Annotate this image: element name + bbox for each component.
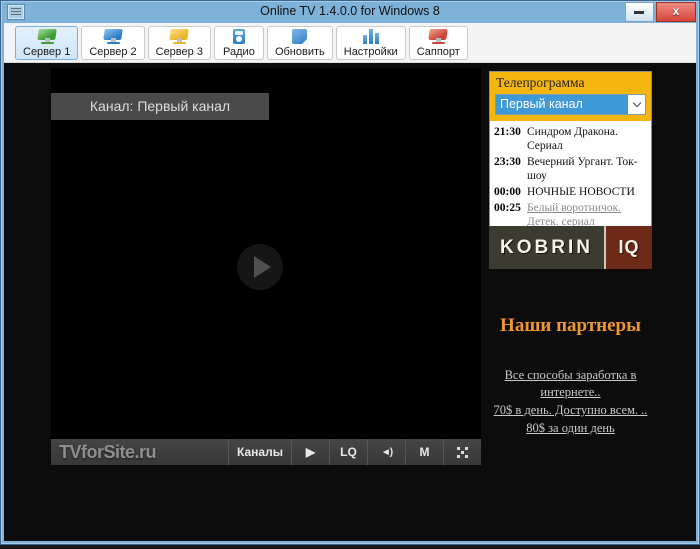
program-time: 21:30	[494, 125, 527, 153]
window-title: Online TV 1.4.0.0 for Windows 8	[1, 4, 699, 18]
partner-link[interactable]: 70$ в день. Доступно всем. ..	[482, 402, 659, 419]
partners-title: Наши партнеры	[482, 315, 659, 337]
monitor-blue-icon	[102, 29, 124, 44]
monitor-yellow-icon	[168, 29, 190, 44]
program-list: 21:30Синдром Дракона. Сериал23:30Вечерни…	[490, 121, 651, 233]
toolbar-button-сервер-2[interactable]: Сервер 2	[81, 26, 144, 60]
toolbar-button-саппорт[interactable]: Саппорт	[409, 26, 468, 60]
toolbar-button-label: Обновить	[275, 46, 325, 58]
play-overlay-icon[interactable]	[237, 244, 283, 290]
toolbar-button-обновить[interactable]: Обновить	[267, 26, 333, 60]
toolbar-button-label: Настройки	[344, 46, 398, 58]
quality-button[interactable]: LQ	[329, 439, 367, 465]
partner-links: Все способы заработка в интернете..70$ в…	[482, 367, 659, 438]
kobrin-banner[interactable]: KOBRIN IQ	[489, 226, 652, 269]
program-title: Синдром Дракона. Сериал	[527, 125, 648, 153]
taskbar-strip	[0, 545, 700, 549]
partner-link[interactable]: 80$ за один день	[482, 420, 659, 437]
toolbar-button-сервер-1[interactable]: Сервер 1	[15, 26, 78, 60]
toolbar-button-label: Сервер 3	[156, 46, 203, 58]
speaker-icon: ◄)	[381, 447, 392, 458]
toolbar-button-label: Саппорт	[417, 46, 460, 58]
play-button[interactable]: ▶	[291, 439, 329, 465]
channels-button[interactable]: Каналы	[228, 439, 291, 465]
toolbar-button-настройки[interactable]: Настройки	[336, 26, 406, 60]
minimize-button[interactable]	[625, 2, 654, 22]
tv-guide-title: Телепрограмма	[490, 72, 651, 93]
main-area: Сервер 1 Сервер 2 Сервер 3 Радио Обновить Нас…	[4, 23, 696, 541]
toolbar-button-label: Сервер 1	[23, 46, 70, 58]
program-title: Вечерний Ургант. Ток-шоу	[527, 155, 648, 183]
program-row: 00:00НОЧНЫЕ НОВОСТИ	[494, 185, 648, 199]
program-time: 00:25	[494, 201, 527, 229]
support-icon	[427, 29, 449, 44]
settings-icon	[363, 29, 379, 44]
program-time: 23:30	[494, 155, 527, 183]
toolbar-button-радио[interactable]: Радио	[214, 26, 264, 60]
channel-select-wrap: Первый канал	[490, 93, 651, 121]
program-title[interactable]: Белый воротничок. Детек. сериал	[527, 201, 648, 229]
toolbar-button-label: Сервер 2	[89, 46, 136, 58]
partner-link[interactable]: Все способы заработка в интернете..	[482, 367, 659, 401]
mute-button[interactable]: M	[405, 439, 443, 465]
radio-icon	[233, 29, 245, 44]
channel-label: Канал: Первый канал	[51, 93, 269, 120]
video-player[interactable]: Канал: Первый канал	[51, 68, 481, 439]
kobrin-banner-right: IQ	[606, 226, 652, 269]
chevron-down-icon[interactable]	[628, 95, 645, 114]
program-row: 23:30Вечерний Ургант. Ток-шоу	[494, 155, 648, 183]
toolbar-button-label: Радио	[223, 46, 255, 58]
player-control-bar: TVforSite.ru Каналы ▶ LQ ◄) M	[51, 439, 481, 465]
channel-select-value: Первый канал	[496, 95, 628, 114]
fullscreen-button[interactable]	[443, 439, 481, 465]
close-button[interactable]: x	[656, 2, 696, 22]
program-row: 00:25Белый воротничок. Детек. сериал	[494, 201, 648, 229]
play-icon: ▶	[306, 445, 315, 459]
content-area: Канал: Первый канал TVforSite.ru Каналы …	[4, 63, 696, 541]
refresh-icon	[292, 29, 307, 44]
program-title: НОЧНЫЕ НОВОСТИ	[527, 185, 635, 199]
fullscreen-icon	[456, 446, 469, 459]
volume-button[interactable]: ◄)	[367, 439, 405, 465]
channel-select[interactable]: Первый канал	[495, 94, 646, 115]
toolbar-button-сервер-3[interactable]: Сервер 3	[148, 26, 211, 60]
watermark: TVforSite.ru	[51, 439, 228, 465]
program-time: 00:00	[494, 185, 527, 199]
program-row: 21:30Синдром Дракона. Сериал	[494, 125, 648, 153]
monitor-green-icon	[36, 29, 58, 44]
app-window: Online TV 1.4.0.0 for Windows 8 x Сервер…	[0, 0, 700, 545]
kobrin-banner-left: KOBRIN	[489, 226, 606, 269]
toolbar: Сервер 1 Сервер 2 Сервер 3 Радио Обновить Нас…	[4, 23, 696, 63]
title-bar: Online TV 1.4.0.0 for Windows 8 x	[1, 1, 699, 22]
